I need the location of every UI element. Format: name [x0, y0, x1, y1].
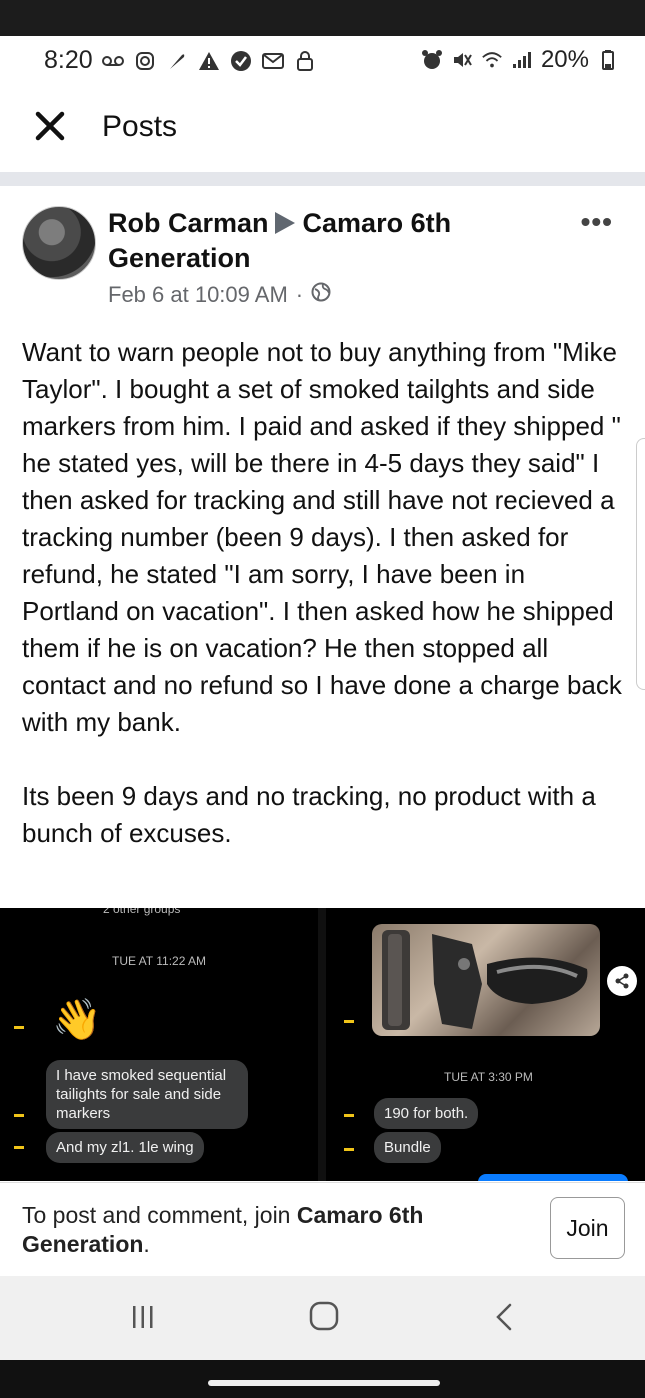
chat-timestamp: TUE AT 11:22 AM [112, 954, 207, 968]
author-name-link[interactable]: Rob Carman [108, 208, 269, 238]
join-prompt-suffix: . [143, 1231, 150, 1257]
chat-avatar-marker [344, 1148, 354, 1151]
share-button[interactable] [607, 966, 637, 996]
recent-apps-icon[interactable] [130, 1304, 156, 1330]
post-paragraph: Its been 9 days and no tracking, no prod… [22, 781, 596, 848]
gesture-handle[interactable] [208, 1380, 440, 1386]
author-avatar[interactable] [22, 206, 96, 280]
screenshot-image-left[interactable]: 2 other groups TUE AT 11:22 AM 👋 I have … [0, 908, 318, 1181]
notification-icons [102, 50, 316, 72]
system-icons: 20% [421, 46, 619, 74]
alert-icon [198, 50, 220, 72]
posts-header: Posts [0, 86, 645, 172]
chat-avatar-marker [344, 1114, 354, 1117]
join-group-bar: To post and comment, join Camaro 6th Gen… [0, 1182, 645, 1277]
scroll-indicator[interactable] [636, 438, 645, 690]
header-separator [0, 172, 645, 186]
close-icon[interactable] [30, 106, 70, 146]
lock-icon [294, 50, 316, 72]
chat-avatar-marker [14, 1146, 24, 1149]
status-time: 8:20 [44, 46, 93, 74]
chat-bubble: Bundle [374, 1132, 441, 1163]
group-arrow-icon [274, 211, 295, 234]
chat-timestamp: TUE AT 3:30 PM [444, 1070, 533, 1084]
post-author-line: Rob Carman Camaro 6th Generation [108, 206, 568, 276]
chat-bubble: And my zl1. 1le wing [46, 1132, 204, 1163]
chat-avatar-marker [14, 1114, 24, 1117]
mail-icon [262, 50, 284, 72]
alarm-icon [421, 49, 443, 71]
back-icon[interactable] [492, 1303, 518, 1331]
battery-icon [597, 49, 619, 71]
share-icon [615, 973, 629, 989]
post-card: Rob Carman Camaro 6th Generation Feb 6 at… [0, 186, 645, 1182]
cut-off-text: 2 other groups [103, 908, 181, 916]
screenshot-image-right[interactable]: TUE AT 3:30 PM 190 for both. Bundle [326, 908, 645, 1181]
chat-bubble: I have smoked sequential tailights for s… [46, 1060, 248, 1129]
top-system-band [0, 0, 645, 36]
feather-icon [166, 50, 188, 72]
battery-percent: 20% [540, 46, 589, 73]
android-nav-bar [0, 1276, 645, 1360]
join-prompt-prefix: To post and comment, join [22, 1202, 297, 1228]
post-meta: Feb 6 at 10:09 AM · [108, 282, 331, 308]
app-badge-icon [230, 50, 252, 72]
chat-avatar-marker [344, 1020, 354, 1023]
wifi-icon [481, 49, 503, 71]
product-photo [372, 924, 600, 1036]
chat-bubble: 190 for both. [374, 1098, 479, 1129]
voicemail-icon [102, 50, 124, 72]
instagram-icon [134, 50, 156, 72]
chat-input-strip [478, 1174, 628, 1181]
page-title: Posts [102, 110, 178, 143]
bottom-system-band [0, 1360, 645, 1398]
mute-icon [451, 49, 473, 71]
globe-icon [311, 282, 331, 308]
post-paragraph: Want to warn people not to buy anything … [22, 337, 622, 737]
chat-avatar-marker [14, 1026, 24, 1029]
signal-icon [511, 49, 533, 71]
post-images[interactable]: 2 other groups TUE AT 11:22 AM 👋 I have … [0, 908, 645, 1181]
post-body: Want to warn people not to buy anything … [22, 334, 628, 889]
home-icon[interactable] [309, 1301, 339, 1331]
status-bar: 8:20 20% [0, 36, 645, 86]
post-timestamp[interactable]: Feb 6 at 10:09 AM [108, 282, 288, 308]
more-options-button[interactable]: ••• [581, 206, 613, 238]
wave-emoji: 👋 [52, 998, 102, 1042]
join-button[interactable]: Join [550, 1197, 625, 1259]
join-prompt: To post and comment, join Camaro 6th Gen… [22, 1201, 522, 1259]
meta-separator: · [295, 282, 304, 307]
image-divider [318, 908, 326, 1181]
